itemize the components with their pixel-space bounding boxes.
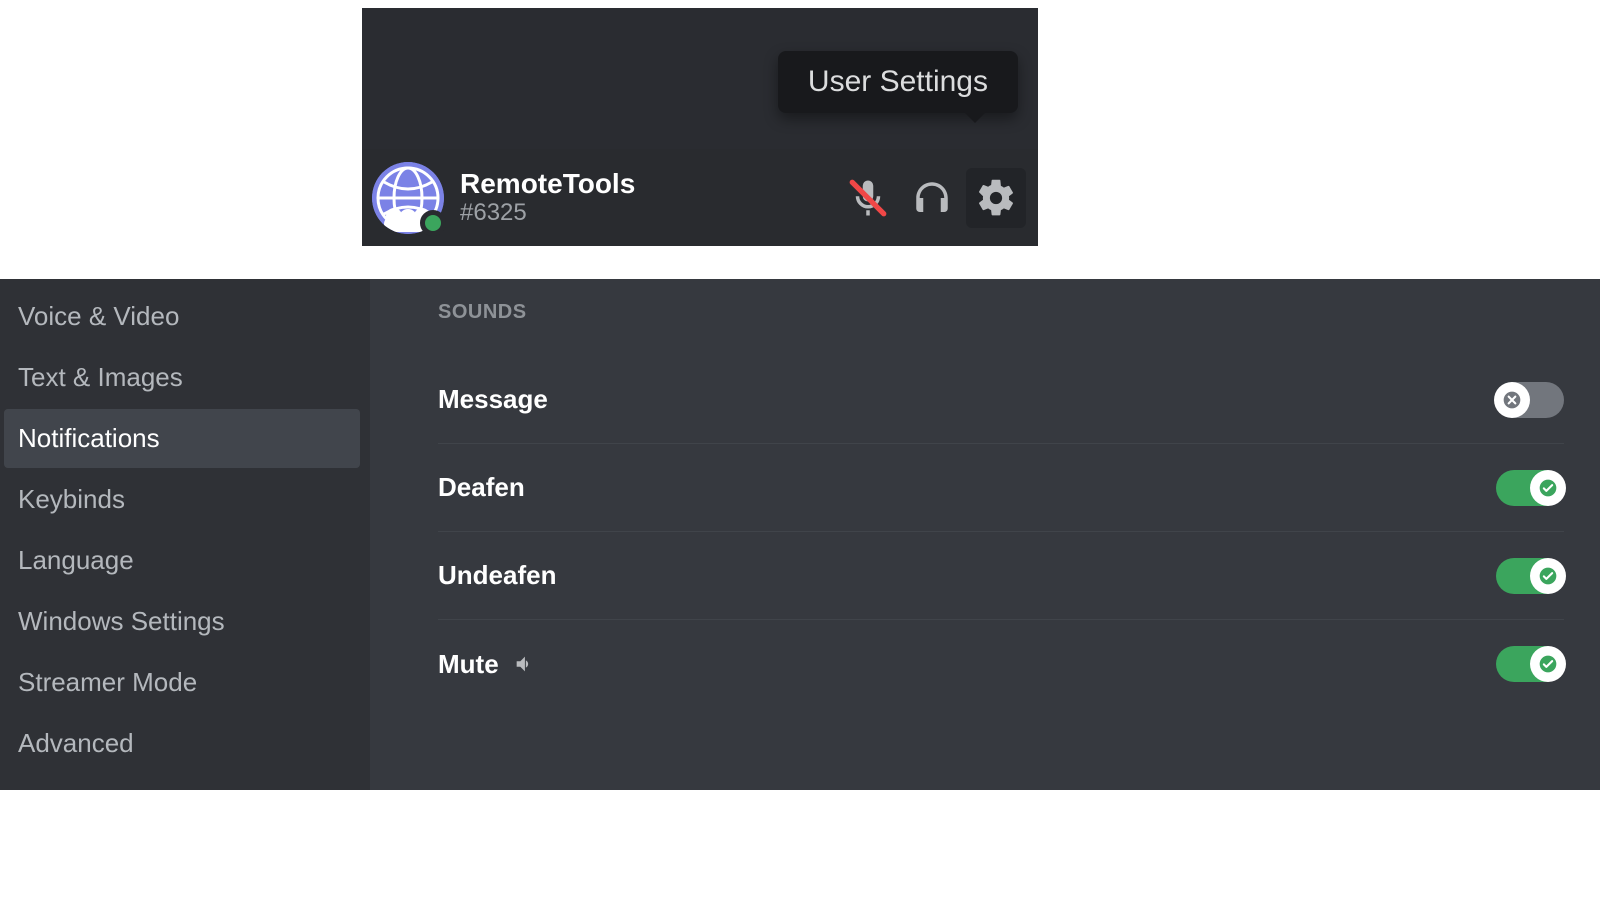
sound-label-text: Deafen	[438, 472, 525, 503]
sound-row-mute: Mute	[438, 620, 1564, 708]
user-name-block[interactable]: RemoteTools #6325	[460, 169, 838, 226]
sidebar-item-notifications[interactable]: Notifications	[4, 409, 360, 468]
sounds-section-header: Sounds	[438, 301, 1564, 324]
sound-label: Deafen	[438, 472, 1496, 503]
user-settings-button[interactable]	[966, 168, 1026, 228]
sidebar-item-label: Streamer Mode	[18, 667, 197, 697]
sidebar-item-label: Text & Images	[18, 362, 183, 392]
toggle-message[interactable]	[1496, 382, 1564, 418]
sidebar-item-text-images[interactable]: Text & Images	[4, 348, 360, 407]
sound-preview-button[interactable]	[513, 653, 535, 675]
username-label: RemoteTools	[460, 169, 838, 200]
sidebar-item-windows-settings[interactable]: Windows Settings	[4, 592, 360, 651]
sidebar-item-streamer-mode[interactable]: Streamer Mode	[4, 653, 360, 712]
sidebar-item-keybinds[interactable]: Keybinds	[4, 470, 360, 529]
avatar[interactable]	[372, 162, 444, 234]
sound-label: Undeafen	[438, 560, 1496, 591]
tooltip-text: User Settings	[808, 65, 988, 98]
user-control-icons	[838, 168, 1026, 228]
gear-icon	[975, 177, 1017, 219]
status-indicator-icon	[420, 210, 446, 236]
sound-label-text: Undeafen	[438, 560, 556, 591]
toggle-knob	[1530, 646, 1566, 682]
check-icon	[1538, 478, 1558, 498]
settings-sidebar: Voice & Video Text & Images Notification…	[0, 279, 370, 790]
sidebar-item-voice-video[interactable]: Voice & Video	[4, 287, 360, 346]
sound-label-text: Mute	[438, 649, 499, 680]
settings-panel: Voice & Video Text & Images Notification…	[0, 279, 1600, 790]
sidebar-item-label: Windows Settings	[18, 606, 225, 636]
sound-row-message: Message	[438, 356, 1564, 444]
sidebar-item-label: Language	[18, 545, 134, 575]
sound-label-text: Message	[438, 384, 548, 415]
sidebar-item-label: Advanced	[18, 728, 134, 758]
headphones-icon	[911, 177, 953, 219]
sound-row-undeafen: Undeafen	[438, 532, 1564, 620]
sound-label: Message	[438, 384, 1496, 415]
user-row: RemoteTools #6325	[362, 149, 1038, 246]
sound-label: Mute	[438, 649, 1496, 680]
check-icon	[1538, 566, 1558, 586]
mute-mic-button[interactable]	[838, 168, 898, 228]
sidebar-item-language[interactable]: Language	[4, 531, 360, 590]
toggle-knob	[1530, 470, 1566, 506]
settings-content: Sounds Message Deafen	[370, 279, 1600, 790]
user-panel: User Settings	[362, 8, 1038, 246]
toggle-knob	[1494, 382, 1530, 418]
deafen-button[interactable]	[902, 168, 962, 228]
toggle-knob	[1530, 558, 1566, 594]
sidebar-item-label: Voice & Video	[18, 301, 179, 331]
discriminator-label: #6325	[460, 200, 838, 226]
toggle-mute[interactable]	[1496, 646, 1564, 682]
user-settings-tooltip: User Settings	[778, 51, 1018, 113]
sound-row-deafen: Deafen	[438, 444, 1564, 532]
sidebar-item-advanced[interactable]: Advanced	[4, 714, 360, 773]
speaker-icon	[513, 653, 535, 675]
mic-muted-icon	[847, 177, 889, 219]
toggle-deafen[interactable]	[1496, 470, 1564, 506]
toggle-undeafen[interactable]	[1496, 558, 1564, 594]
x-icon	[1502, 390, 1522, 410]
sidebar-item-label: Notifications	[18, 423, 160, 453]
sidebar-item-label: Keybinds	[18, 484, 125, 514]
check-icon	[1538, 654, 1558, 674]
